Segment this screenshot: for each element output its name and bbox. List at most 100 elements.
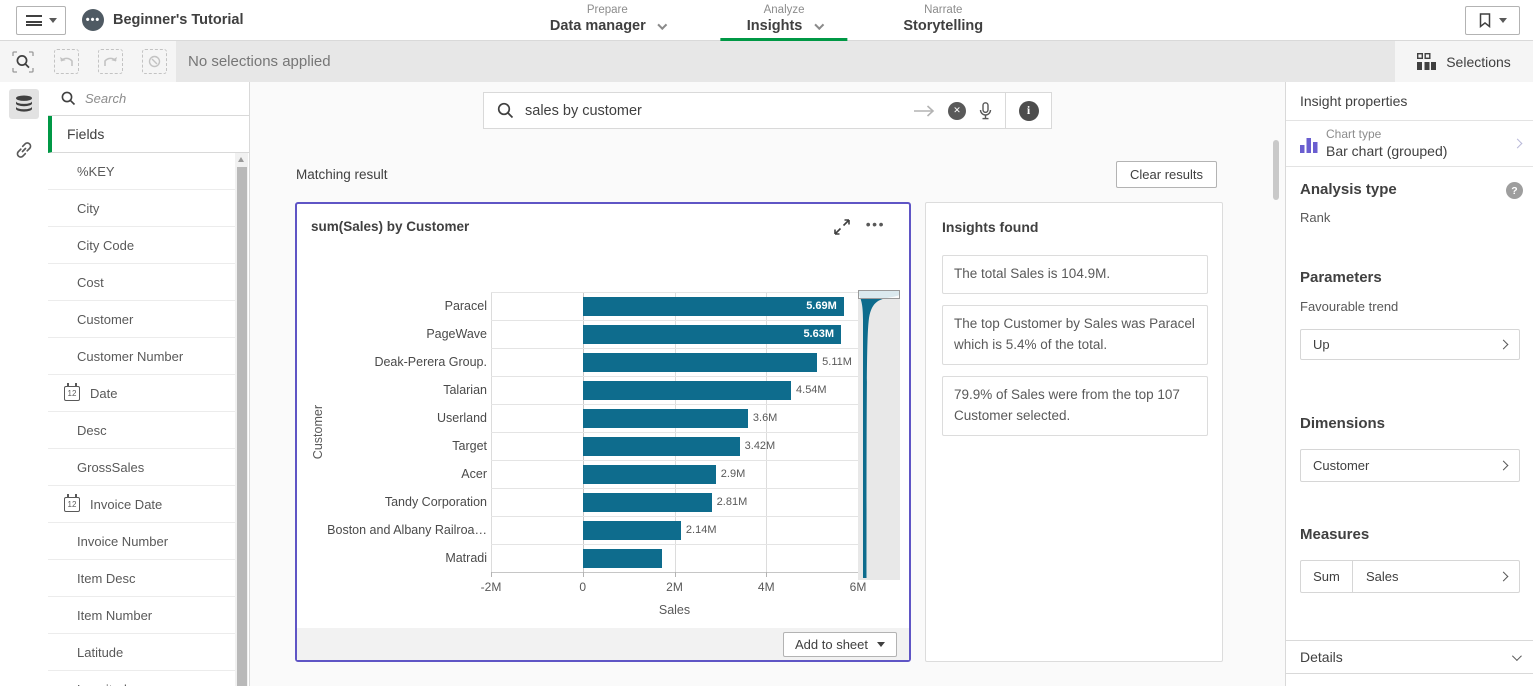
field-label: City [77,201,99,216]
tick-mark [491,572,492,577]
main-scrollbar[interactable] [1273,140,1279,200]
assets-search-input[interactable] [85,91,215,106]
insight-card-1[interactable]: The top Customer by Sales was Paracel wh… [942,305,1208,365]
field-item-item-desc[interactable]: Item Desc [48,560,236,597]
chart-minimap-scrollbar[interactable] [858,290,900,580]
insights-found-panel: Insights found The total Sales is 104.9M… [925,202,1223,662]
measure-aggregation[interactable]: Sum [1301,561,1353,592]
field-item-invoice-date[interactable]: 12Invoice Date [48,486,236,523]
fields-scrollbar[interactable] [235,153,248,686]
nav-section-label: Narrate [924,3,962,17]
dimension-customer-button[interactable]: Customer [1300,449,1520,482]
fields-panel-button[interactable] [9,89,39,119]
hamburger-icon [26,15,42,26]
bookmark-icon [1479,13,1491,28]
field-item--key[interactable]: %KEY [48,153,236,190]
scrollbar-thumb[interactable] [237,167,247,686]
submit-arrow-icon[interactable] [914,105,935,117]
bar-userland[interactable] [583,409,748,428]
details-section-toggle[interactable]: Details [1286,640,1533,674]
bar-talarian[interactable] [583,381,791,400]
links-panel-button[interactable] [9,135,39,165]
clear-results-button[interactable]: Clear results [1116,161,1217,188]
category-label: PageWave [333,320,487,348]
x-tick-label: 0 [579,580,586,594]
field-label: Invoice Date [90,497,162,512]
field-item-longitude[interactable]: Longitude [48,671,236,686]
chart-categories: ParacelPageWaveDeak-Perera Group.Talaria… [333,292,487,572]
bar-tandy-corporation[interactable] [583,493,712,512]
chart-type-row[interactable]: Chart type Bar chart (grouped) [1286,121,1533,167]
assets-panel: Fields %KEY City City CodeCostCustomerCust… [48,82,250,686]
search-info-button[interactable]: i [1005,93,1051,128]
field-item-customer[interactable]: Customer [48,301,236,338]
x-axis-ticks [491,572,858,577]
nav-item-label: Data manager [550,17,646,36]
insight-card-0[interactable]: The total Sales is 104.9M. [942,255,1208,294]
more-options-icon[interactable]: ••• [866,216,885,232]
insight-search-input[interactable] [525,103,914,119]
chart-result-card[interactable]: sum(Sales) by Customer ••• Customer Para… [295,202,911,662]
bar-acer[interactable] [583,465,716,484]
field-item-city-code[interactable]: City Code [48,227,236,264]
microphone-icon[interactable] [979,102,992,120]
expand-icon[interactable] [833,218,851,236]
insight-card-2[interactable]: 79.9% of Sales were from the top 107 Cus… [942,376,1208,436]
field-item-item-number[interactable]: Item Number [48,597,236,634]
category-label: Userland [333,404,487,432]
main-navigation: Prepare Data manager Analyze Insights Na… [524,0,1009,41]
chart-card-footer: Add to sheet [297,628,909,660]
assets-search[interactable] [48,82,249,116]
field-item-desc[interactable]: Desc [48,412,236,449]
smart-search-button[interactable] [10,49,35,74]
fields-tab[interactable]: Fields [48,116,249,153]
value-label: 5.69M [583,292,837,320]
details-label: Details [1300,649,1343,665]
bar-target[interactable] [583,437,740,456]
nav-analyze-insights[interactable]: Analyze Insights [721,0,848,41]
clear-search-icon[interactable]: ✕ [948,102,966,120]
favourable-trend-button[interactable]: Up [1300,329,1520,360]
step-forward-button[interactable] [98,49,123,74]
database-icon [14,95,34,113]
nav-narrate-storytelling[interactable]: Narrate Storytelling [877,0,1009,41]
field-item-invoice-number[interactable]: Invoice Number [48,523,236,560]
add-to-sheet-button[interactable]: Add to sheet [783,632,897,657]
field-item-grosssales[interactable]: GrossSales [48,449,236,486]
chevron-down-icon [1512,651,1522,661]
selections-toolbar: No selections applied Selections [0,41,1533,82]
bar-chart-icon [1299,134,1319,154]
favourable-trend-label: Favourable trend [1300,299,1398,314]
bar-matradi[interactable] [583,549,662,568]
analysis-type-heading: Analysis type [1300,181,1397,198]
category-label: Target [333,432,487,460]
chart-type-value: Bar chart (grouped) [1326,143,1447,159]
properties-title: Insight properties [1300,93,1407,109]
field-item-city[interactable]: City [48,190,236,227]
bookmarks-button[interactable] [1465,6,1520,35]
row-separator [491,488,858,489]
insight-advisor-main: ✕ i Matching result Clear results sum(Sa… [250,82,1285,686]
field-item-latitude[interactable]: Latitude [48,634,236,671]
insights-found-title: Insights found [942,219,1038,235]
selections-tool-button[interactable]: Selections [1395,41,1533,82]
bar-deak-perera-group-[interactable] [583,353,817,372]
app-options-icon[interactable]: ••• [82,9,104,31]
clear-selections-button[interactable] [142,49,167,74]
global-menu-button[interactable] [16,6,66,35]
chevron-right-icon [1499,572,1509,582]
insight-search-bar[interactable]: ✕ i [483,92,1052,129]
measure-sales-button[interactable]: Sum Sales [1300,560,1520,593]
field-label: Latitude [77,645,123,660]
selection-status-bar: No selections applied [176,41,1395,82]
step-back-button[interactable] [54,49,79,74]
row-separator [491,544,858,545]
chevron-down-icon [814,20,824,30]
field-item-cost[interactable]: Cost [48,264,236,301]
nav-prepare-data-manager[interactable]: Prepare Data manager [524,0,691,41]
field-item-date[interactable]: 12Date [48,375,236,412]
help-icon[interactable]: ? [1506,182,1523,199]
chart-title: sum(Sales) by Customer [311,219,469,234]
field-item-customer-number[interactable]: Customer Number [48,338,236,375]
bar-boston-and-albany-railroa-[interactable] [583,521,681,540]
